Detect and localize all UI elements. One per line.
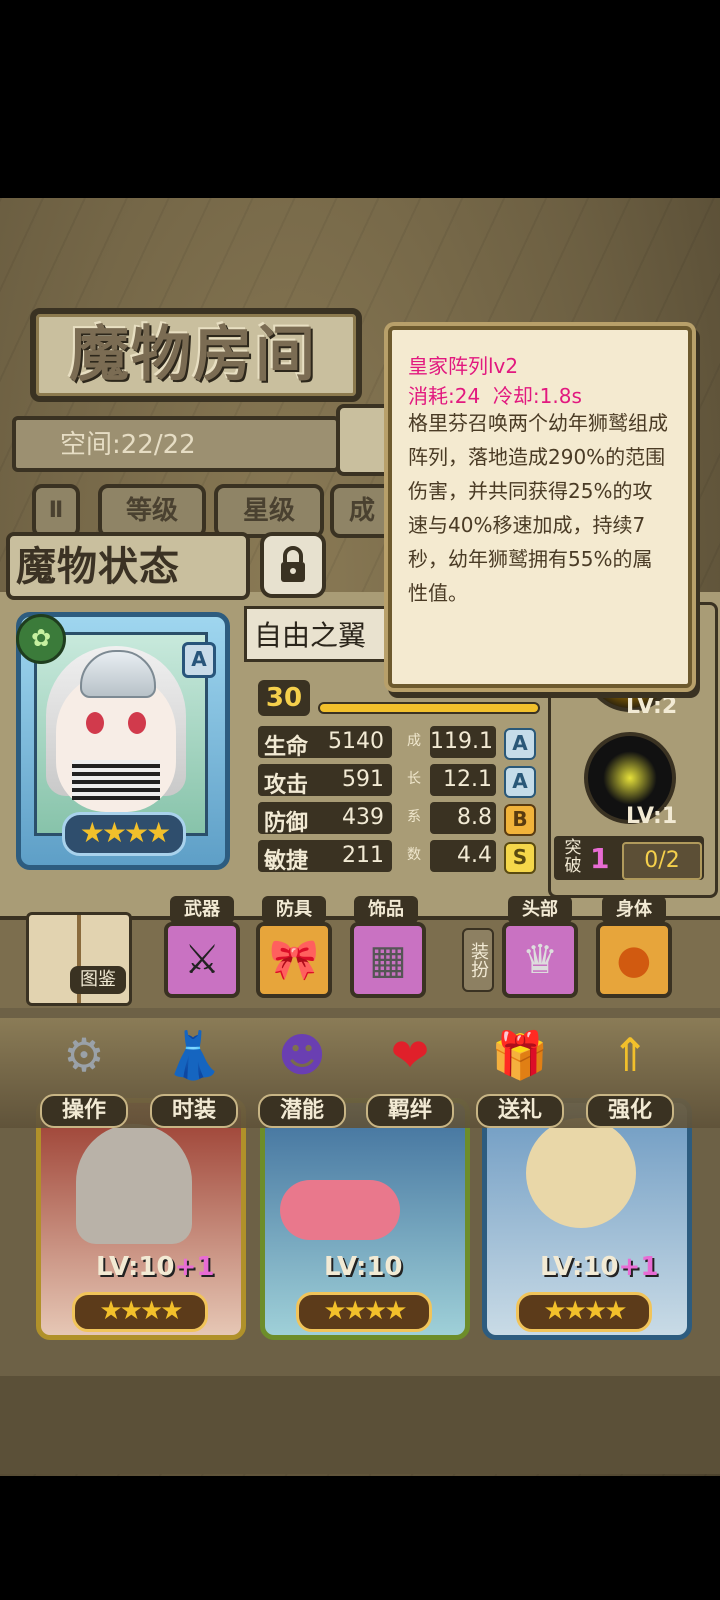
space-counter: 空间:22/22 — [60, 430, 196, 460]
stat-value-atk: 591 — [342, 767, 384, 792]
growth-value-hp: 119.1 — [430, 726, 496, 758]
operate-label: 操作 — [40, 1094, 128, 1128]
armor-slot-label: 防具 — [262, 896, 326, 924]
enhance-label: 强化 — [586, 1094, 674, 1128]
growth-coefficient-label: 成 长 系 数 — [404, 722, 424, 874]
enhance-button[interactable]: ⇑ 强化 — [586, 1020, 674, 1128]
exp-bar-fill — [320, 704, 538, 712]
fashion-button[interactable]: 👗 时装 — [150, 1020, 238, 1128]
sword-icon: ⚔ — [184, 937, 220, 983]
filter-level-button[interactable]: 等级 — [98, 484, 206, 538]
monster-eye-left — [86, 712, 104, 734]
armor-slot[interactable]: 🎀 — [256, 922, 332, 998]
up-arrows-icon: ⇑ — [610, 1028, 650, 1082]
bottom-border — [0, 1376, 720, 1474]
break-count: 1 — [590, 842, 610, 875]
gift-icon: 🎁 — [491, 1028, 549, 1082]
page-title: 魔物房间 — [69, 320, 317, 390]
growth-char: 成 — [407, 733, 421, 749]
card-rank-badge: A — [182, 642, 216, 678]
growth-char: 长 — [407, 771, 421, 787]
roster-card-1-art — [76, 1124, 192, 1244]
roster-card-2-level: LV:10 — [324, 1252, 403, 1282]
accessory-slot-label: 饰品 — [354, 896, 418, 924]
dress-icon: 👗 — [165, 1028, 223, 1082]
fashion-label: 时装 — [150, 1094, 238, 1128]
monster-name: 自由之翼 — [254, 619, 367, 652]
head-slot-label: 头部 — [508, 896, 572, 924]
accessory-slot[interactable]: ▦ — [350, 922, 426, 998]
operate-button[interactable]: ⚙ 操作 — [40, 1020, 128, 1128]
growth-grade-agi: S — [504, 842, 536, 874]
tablet-icon: ▦ — [369, 937, 407, 983]
hearts-icon: ❤ — [390, 1028, 430, 1082]
stat-value-agi: 211 — [342, 843, 384, 868]
bond-button[interactable]: ❤ 羁绊 — [366, 1020, 454, 1128]
codex-label: 图鉴 — [70, 966, 126, 994]
roster-card-3-level: LV:10+1 — [540, 1252, 659, 1282]
weapon-slot-label: 武器 — [170, 896, 234, 924]
tooltip-description: 格里芬召唤两个幼年狮鹫组成阵列，落地造成290%的范围伤害，并共同获得25%的攻… — [408, 411, 668, 605]
growth-grade-def: B — [504, 804, 536, 836]
pumpkin-icon: ● — [616, 937, 652, 983]
sort-toggle-button[interactable]: Ⅱ — [32, 484, 80, 538]
roster-card-3-art — [526, 1118, 636, 1228]
gift-button[interactable]: 🎁 送礼 — [476, 1020, 564, 1128]
body-slot[interactable]: ● — [596, 922, 672, 998]
dress-up-label: 装扮 — [462, 928, 494, 992]
growth-value-def: 8.8 — [430, 802, 496, 834]
roster-card-1-level: LV:10+1 — [96, 1252, 215, 1282]
skill-1-level: LV:2 — [626, 694, 678, 719]
level-badge: 30 — [258, 680, 310, 716]
stat-value-hp: 5140 — [328, 729, 384, 754]
roster-card-3-stars: ★★★★ — [516, 1292, 652, 1332]
gift-label: 送礼 — [476, 1094, 564, 1128]
skill-2-level: LV:1 — [626, 804, 678, 829]
break-progress-button[interactable]: 0/2 — [622, 842, 702, 880]
roster-card-2-stars: ★★★★ — [296, 1292, 432, 1332]
gear-icon: ⚙ — [63, 1028, 105, 1082]
break-label: 突破 — [564, 838, 582, 876]
bond-label: 羁绊 — [366, 1094, 454, 1128]
growth-grade-atk: A — [504, 766, 536, 798]
monster-outfit — [72, 760, 160, 800]
lock-button[interactable] — [260, 532, 326, 598]
potential-label: 潜能 — [258, 1094, 346, 1128]
monster-stars: ★★★★ — [62, 812, 186, 856]
bow-ribbon-icon: 🎀 — [269, 937, 319, 983]
tooltip-cost-cooldown: 消耗:24 冷却:1.8s — [408, 384, 582, 408]
roster-card-1-stars: ★★★★ — [72, 1292, 208, 1332]
head-slot[interactable]: ♛ — [502, 922, 578, 998]
stat-value-def: 439 — [342, 805, 384, 830]
growth-char: 系 — [407, 809, 421, 825]
demon-icon: ☻ — [278, 1028, 326, 1082]
body-slot-label: 身体 — [602, 896, 666, 924]
monster-eye-right — [128, 712, 146, 734]
weapon-slot[interactable]: ⚔ — [164, 922, 240, 998]
tooltip-skill-name: 皇家阵列lv2 — [408, 354, 519, 378]
growth-grade-hp: A — [504, 728, 536, 760]
roster-card-2-art — [280, 1180, 400, 1240]
filter-growth-button[interactable]: 成 — [330, 484, 394, 538]
growth-value-atk: 12.1 — [430, 764, 496, 796]
filter-star-button[interactable]: 星级 — [214, 484, 324, 538]
nature-element-icon: ✿ — [16, 614, 66, 664]
crown-icon: ♛ — [522, 937, 558, 983]
growth-value-agi: 4.4 — [430, 840, 496, 872]
potential-button[interactable]: ☻ 潜能 — [258, 1020, 346, 1128]
lock-icon — [281, 546, 305, 582]
status-title: 魔物状态 — [16, 543, 180, 590]
growth-char: 数 — [407, 847, 421, 863]
